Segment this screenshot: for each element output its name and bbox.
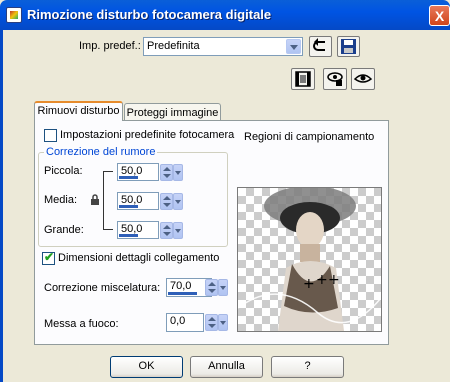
sharpen-value-field[interactable]: 0,0 — [166, 313, 204, 332]
preview-image: + + + — [238, 188, 381, 331]
svg-text:+: + — [303, 276, 315, 292]
default-settings-checkbox[interactable] — [44, 129, 57, 142]
ok-button[interactable]: OK — [110, 356, 183, 378]
noise-correction-title: Correzione del rumore — [44, 146, 158, 158]
check-icon: ✔ — [44, 250, 55, 264]
sampling-regions-label: Regioni di campionamento — [244, 131, 375, 143]
default-settings-label: Impostazioni predefinite fotocamera — [60, 129, 235, 141]
blend-value: 70,0 — [170, 280, 192, 292]
sampling-preview[interactable]: + + + — [237, 187, 382, 332]
link-bracket — [103, 171, 113, 230]
blend-spinner[interactable] — [205, 279, 218, 296]
small-label: Piccola: — [44, 165, 83, 177]
film-strip-icon — [295, 71, 311, 87]
preview-toggle-button[interactable] — [323, 68, 347, 90]
large-level-bar — [119, 234, 138, 237]
eye-button[interactable] — [351, 68, 375, 90]
tab-proteggi-immagine[interactable]: Proteggi immagine — [124, 103, 221, 121]
window-title: Rimozione disturbo fotocamera digitale — [27, 7, 272, 22]
sharpen-dropdown[interactable] — [218, 314, 228, 331]
blend-dropdown[interactable] — [218, 279, 228, 296]
window-border — [0, 30, 3, 382]
eye-preview-icon — [327, 72, 343, 86]
medium-spinner[interactable] — [160, 193, 173, 210]
chevron-down-icon[interactable] — [286, 39, 301, 54]
small-level-bar — [119, 176, 138, 179]
svg-text:+: + — [316, 272, 328, 288]
large-value-field[interactable]: 50,0 — [117, 221, 159, 239]
title-bar[interactable]: Rimozione disturbo fotocamera digitale X — [0, 0, 450, 30]
sharpen-label: Messa a fuoco: — [44, 318, 119, 330]
tab-rimuovi-disturbo[interactable]: Rimuovi disturbo — [34, 101, 123, 121]
film-toggle-button[interactable] — [291, 68, 315, 90]
medium-dropdown[interactable] — [173, 193, 183, 210]
close-button[interactable]: X — [429, 5, 450, 26]
help-button[interactable]: ? — [271, 356, 344, 378]
preset-select[interactable]: Predefinita — [143, 37, 303, 56]
medium-level-bar — [119, 205, 138, 208]
small-value-field[interactable]: 50,0 — [117, 163, 159, 181]
large-spinner[interactable] — [160, 222, 173, 239]
medium-label: Media: — [44, 194, 78, 206]
blend-label: Correzione miscelatura: — [44, 282, 161, 294]
medium-value-field[interactable]: 50,0 — [117, 192, 159, 210]
link-details-label: Dimensioni dettagli collegamento — [58, 252, 220, 264]
preset-value: Predefinita — [147, 40, 200, 52]
large-label: Grande: — [44, 224, 84, 236]
small-dropdown[interactable] — [173, 164, 183, 181]
save-preset-button[interactable] — [337, 36, 360, 57]
preset-label: Imp. predef.: — [79, 40, 141, 52]
cancel-button[interactable]: Annulla — [190, 356, 263, 378]
lock-icon[interactable] — [90, 194, 100, 209]
floppy-disk-icon — [341, 39, 356, 54]
sharpen-spinner[interactable] — [205, 314, 218, 331]
undo-arrow-icon — [313, 38, 325, 51]
svg-text:+: + — [328, 272, 340, 288]
app-icon — [6, 7, 22, 23]
blend-level-bar — [168, 292, 197, 295]
eye-icon — [353, 74, 373, 83]
link-details-checkbox[interactable]: ✔ — [42, 250, 55, 265]
sharpen-value: 0,0 — [170, 315, 186, 327]
large-dropdown[interactable] — [173, 222, 183, 239]
reset-preset-button[interactable] — [309, 36, 332, 57]
small-spinner[interactable] — [160, 164, 173, 181]
